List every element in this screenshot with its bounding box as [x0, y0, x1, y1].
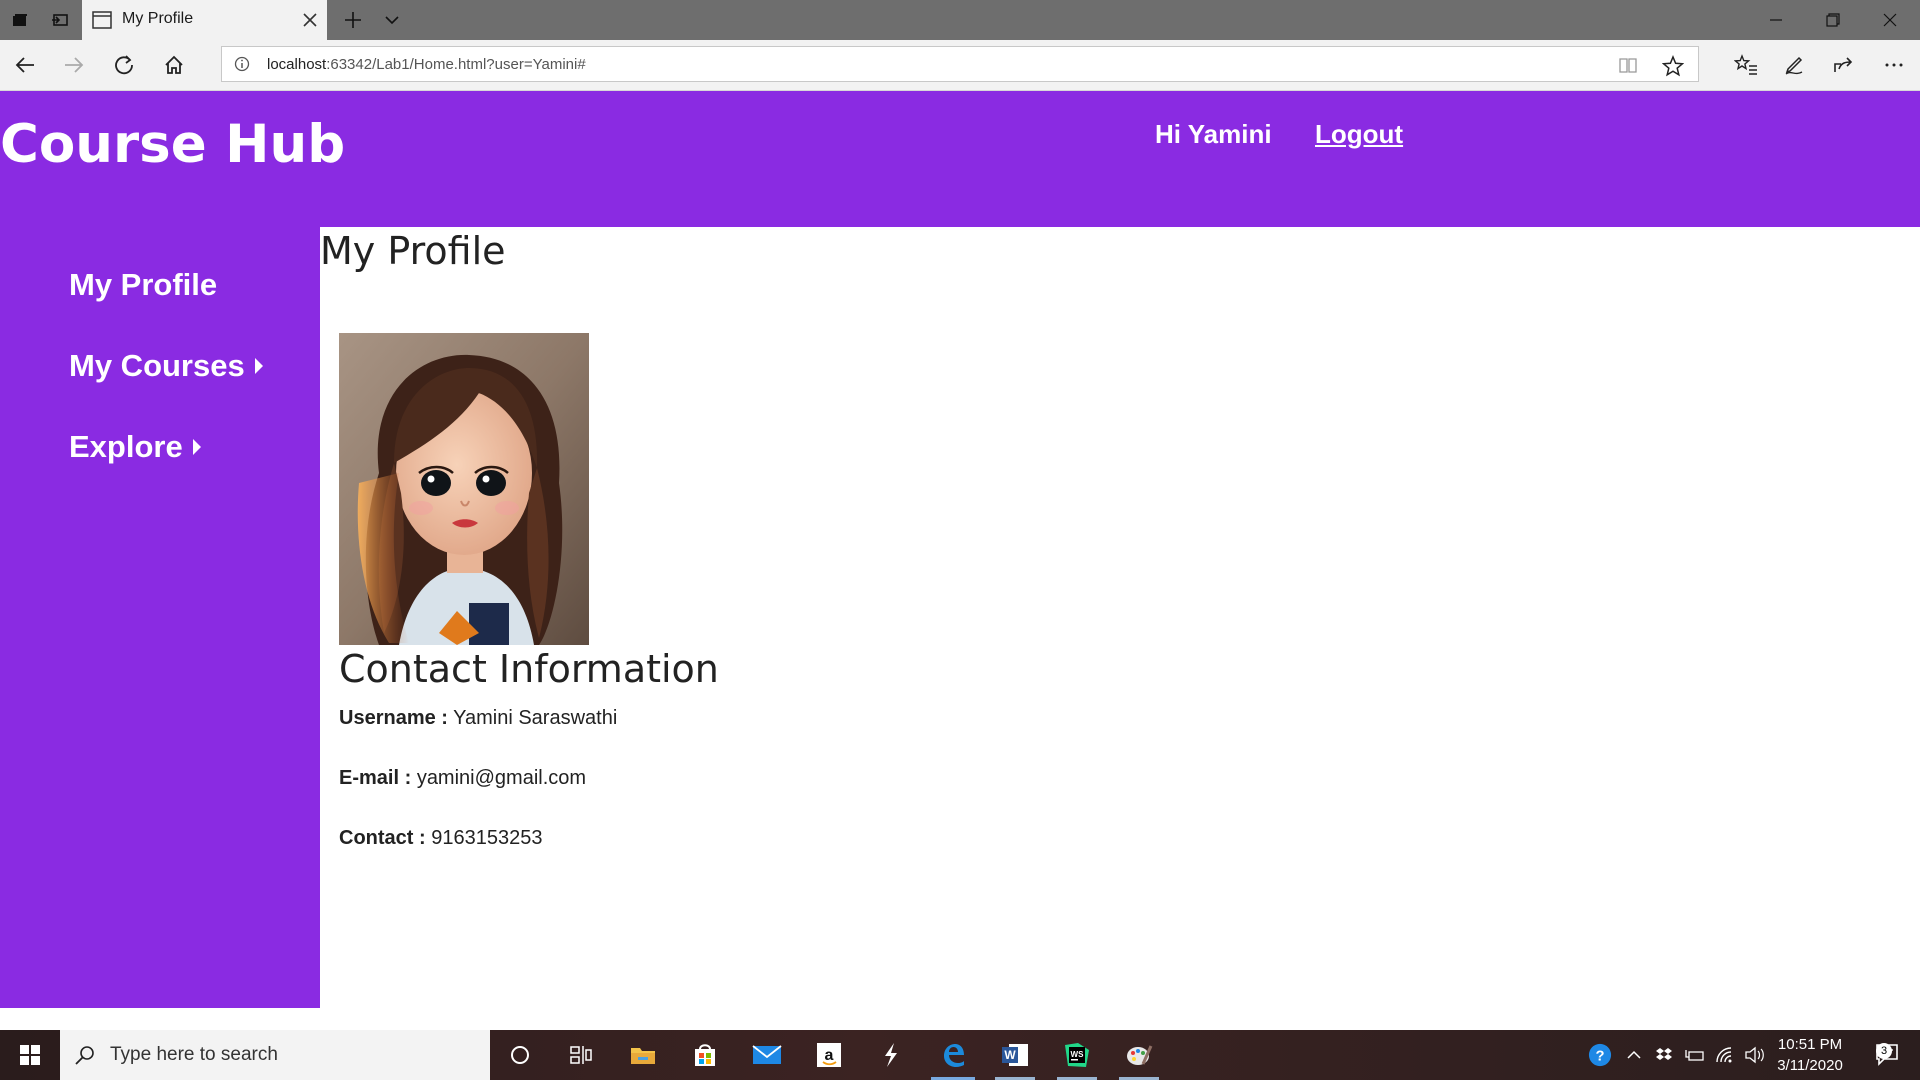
- close-window-icon[interactable]: [1862, 0, 1918, 40]
- username-value: Yamini Saraswathi: [453, 707, 618, 729]
- sidebar-item-my-courses[interactable]: My Courses: [69, 348, 264, 384]
- contact-label: Contact :: [339, 827, 426, 849]
- wifi-icon[interactable]: [1713, 1043, 1737, 1067]
- svg-text:WS: WS: [1071, 1050, 1085, 1059]
- windows-start-icon[interactable]: [0, 1030, 60, 1080]
- set-aside-tabs-icon[interactable]: [0, 0, 40, 40]
- browser-tab-active[interactable]: My Profile: [82, 0, 327, 40]
- page-title: My Profile: [320, 229, 506, 273]
- email-value: yamini@gmail.com: [416, 767, 587, 789]
- share-icon[interactable]: [1823, 45, 1863, 85]
- url-host: localhost: [267, 56, 327, 73]
- search-icon: [74, 1044, 96, 1066]
- favorite-star-icon[interactable]: [1662, 55, 1684, 77]
- sidebar-item-label: My Courses: [69, 348, 245, 383]
- paint-icon[interactable]: [1113, 1030, 1165, 1080]
- close-tab-icon[interactable]: [301, 11, 319, 29]
- power-icon[interactable]: [1683, 1043, 1707, 1067]
- sidebar: My Profile My Courses Explore: [0, 227, 320, 1008]
- back-icon[interactable]: [5, 45, 45, 85]
- profile-avatar: [339, 333, 589, 645]
- sidebar-item-label: Explore: [69, 429, 183, 464]
- cortana-icon[interactable]: [494, 1030, 546, 1080]
- sidebar-item-label: My Profile: [69, 267, 218, 302]
- svg-text:?: ?: [1595, 1049, 1604, 1065]
- sidebar-item-explore[interactable]: Explore: [69, 429, 202, 465]
- sublime-icon[interactable]: [865, 1030, 917, 1080]
- username-label: Username :: [339, 707, 448, 729]
- word-icon[interactable]: W: [989, 1030, 1041, 1080]
- address-bar[interactable]: localhost:63342/Lab1/Home.html?user=Yami…: [221, 46, 1699, 82]
- taskbar-search-box[interactable]: Type here to search: [60, 1030, 490, 1080]
- new-tab-icon[interactable]: [333, 0, 373, 40]
- chevron-down-icon[interactable]: [372, 0, 412, 40]
- email-label: E-mail :: [339, 767, 412, 789]
- tab-title: My Profile: [122, 10, 194, 27]
- sidebar-item-my-profile[interactable]: My Profile: [69, 267, 217, 303]
- home-icon[interactable]: [154, 45, 194, 85]
- url-path: :63342/Lab1/Home.html?user=Yamini#: [326, 56, 586, 73]
- help-icon[interactable]: ?: [1588, 1043, 1612, 1067]
- pen-notes-icon[interactable]: [1774, 45, 1814, 85]
- site-title: Course Hub: [0, 114, 346, 175]
- info-icon[interactable]: [234, 56, 250, 72]
- task-view-icon[interactable]: [555, 1030, 607, 1080]
- chevron-up-icon[interactable]: [1622, 1043, 1646, 1067]
- mail-icon[interactable]: [741, 1030, 793, 1080]
- page-bottom-margin: [0, 1008, 1920, 1030]
- search-placeholder: Type here to search: [110, 1044, 278, 1065]
- minimize-icon[interactable]: [1748, 0, 1804, 40]
- caret-right-icon: [192, 439, 201, 455]
- site-header: Course Hub Hi Yamini Logout: [0, 91, 1920, 227]
- edge-browser-icon[interactable]: [927, 1030, 979, 1080]
- caret-right-icon: [254, 358, 263, 374]
- contact-value: 9163153253: [431, 827, 543, 849]
- windows-taskbar: Type here to search a W WS ? 10:51 PM 3/…: [0, 1030, 1920, 1080]
- clock-date: 3/11/2020: [1777, 1057, 1843, 1074]
- favorites-list-icon[interactable]: [1726, 45, 1766, 85]
- logout-link[interactable]: Logout: [1315, 119, 1403, 150]
- browser-nav-bar: localhost:63342/Lab1/Home.html?user=Yami…: [0, 40, 1920, 91]
- action-center-icon[interactable]: 3: [1868, 1043, 1908, 1067]
- webstorm-icon[interactable]: WS: [1051, 1030, 1103, 1080]
- tab-preview-icon[interactable]: [40, 0, 80, 40]
- username-field: Username : Yamini Saraswathi: [339, 707, 617, 730]
- dropbox-icon[interactable]: [1652, 1043, 1676, 1067]
- file-explorer-icon[interactable]: [617, 1030, 669, 1080]
- contact-information-heading: Contact Information: [339, 647, 719, 691]
- browser-tab-bar: My Profile: [0, 0, 1920, 40]
- microsoft-store-icon[interactable]: [679, 1030, 731, 1080]
- more-menu-icon[interactable]: [1874, 45, 1914, 85]
- user-greeting: Hi Yamini: [1155, 119, 1272, 149]
- refresh-icon[interactable]: [104, 45, 144, 85]
- contact-field: Contact : 9163153253: [339, 827, 542, 850]
- address-url[interactable]: localhost:63342/Lab1/Home.html?user=Yami…: [267, 56, 586, 73]
- page-icon: [92, 11, 112, 29]
- notification-count-badge: 3: [1876, 1043, 1892, 1059]
- svg-text:a: a: [825, 1047, 834, 1064]
- amazon-icon[interactable]: a: [803, 1030, 855, 1080]
- svg-text:W: W: [1004, 1048, 1016, 1062]
- taskbar-clock[interactable]: 10:51 PM 3/11/2020: [1760, 1034, 1860, 1076]
- reading-view-icon[interactable]: [1618, 56, 1638, 74]
- clock-time: 10:51 PM: [1777, 1036, 1843, 1053]
- forward-icon[interactable]: [54, 45, 94, 85]
- restore-icon[interactable]: [1805, 0, 1861, 40]
- email-field: E-mail : yamini@gmail.com: [339, 767, 586, 790]
